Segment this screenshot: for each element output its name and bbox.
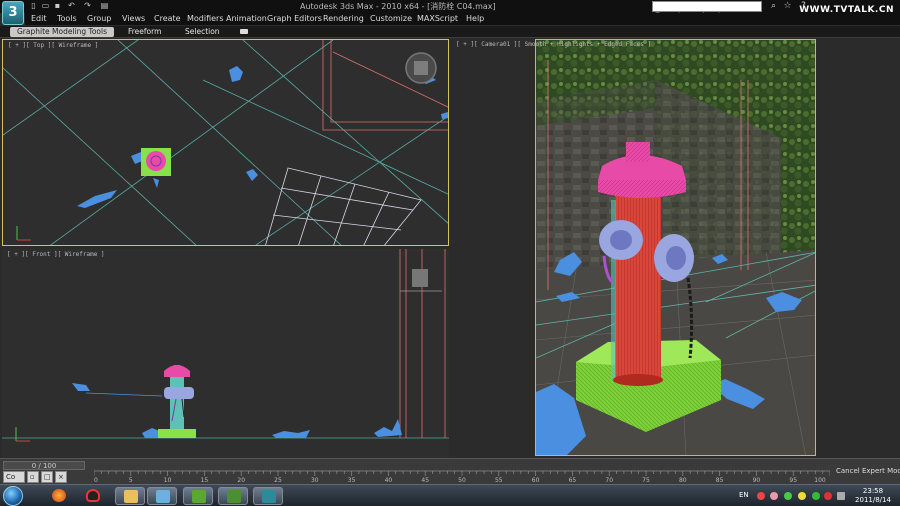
viewport-label[interactable]: [ + ][ Front ][ Wireframe ]: [7, 251, 105, 258]
photo-viewer-icon: [156, 490, 170, 503]
cancel-expert-mode-button[interactable]: Cancel Expert Mode: [836, 467, 900, 475]
timeline-tick-label: 85: [716, 477, 724, 483]
hydrant-scene: [536, 40, 815, 455]
window-title: Autodesk 3ds Max - 2010 x64 - [消防栓 C04.m…: [300, 2, 496, 11]
top-viewport[interactable]: [ + ][ Top ][ Wireframe ]: [2, 39, 449, 246]
menu-tools[interactable]: Tools: [57, 14, 77, 23]
start-button[interactable]: [3, 486, 23, 506]
ribbon: Graphite Modeling Tools Freeform Selecti…: [0, 26, 900, 38]
menu-rendering[interactable]: Rendering: [323, 14, 364, 23]
camera-viewport[interactable]: [ + ][ Camera01 ][ Smooth + Highlights +…: [451, 39, 898, 458]
menu-views[interactable]: Views: [122, 14, 145, 23]
timeline-tick-label: 0: [94, 477, 98, 483]
tray-icon[interactable]: [770, 492, 778, 500]
top-viewport-scene: [3, 40, 448, 245]
timeline: 0 / 100 0 5 10 15 20 25 30 35 40 45 50 55 60 65 70 75 80…: [0, 458, 900, 484]
minimized-window[interactable]: Co: [3, 471, 25, 483]
viewcube-icon: [412, 269, 428, 287]
menu-help[interactable]: Help: [466, 14, 484, 23]
language-indicator[interactable]: EN: [739, 491, 749, 499]
photo-viewer-task-button[interactable]: [147, 487, 177, 505]
project-folder-icon[interactable]: ▤: [99, 1, 110, 11]
qq-task-button[interactable]: [78, 487, 108, 505]
menu-group[interactable]: Group: [87, 14, 111, 23]
menu-modifiers[interactable]: Modifiers: [187, 14, 224, 23]
menu-customize[interactable]: Customize: [370, 14, 412, 23]
firefox-task-button[interactable]: [44, 487, 74, 505]
tab-freeform[interactable]: Freeform: [128, 27, 161, 37]
menu-bar: Edit Tools Group Views Create Modifiers …: [25, 13, 900, 25]
undo-icon[interactable]: ↶: [66, 1, 77, 11]
tray-icon[interactable]: [798, 492, 806, 500]
tray-icon[interactable]: [757, 492, 765, 500]
timeline-tick-label: 55: [495, 477, 503, 483]
explorer-icon: [124, 490, 138, 503]
camera-render: [535, 39, 816, 456]
menu-animation[interactable]: Animation: [226, 14, 267, 23]
open-file-icon[interactable]: ▭: [40, 1, 51, 11]
menu-create[interactable]: Create: [154, 14, 181, 23]
clock-date: 2011/8/14: [855, 496, 891, 504]
search-box[interactable]: [652, 1, 762, 20]
tab-graphite-modeling-tools[interactable]: Graphite Modeling Tools: [10, 27, 114, 37]
restore-icon[interactable]: ▫: [27, 471, 39, 483]
timeline-tick-label: 95: [789, 477, 797, 483]
taskbar: EN 23:58 2011/8/14: [0, 484, 900, 506]
timeline-tick-label: 30: [311, 477, 319, 483]
timeline-tick-label: 80: [679, 477, 687, 483]
menu-graph-editors[interactable]: Graph Editors: [267, 14, 322, 23]
firefox-icon: [52, 489, 66, 502]
menu-maxscript[interactable]: MAXScript: [417, 14, 458, 23]
viewport-label[interactable]: [ + ][ Camera01 ][ Smooth + Highlights +…: [456, 41, 651, 48]
track-bar[interactable]: 0 5 10 15 20 25 30 35 40 45 50 55 60 65 70 75 80 85 90 95 10…: [94, 469, 830, 483]
redo-icon[interactable]: ↷: [82, 1, 93, 11]
tray-icon[interactable]: [784, 492, 792, 500]
tray-icon[interactable]: [824, 492, 832, 500]
axis-tripod-icon: [16, 226, 31, 241]
timeline-tick-label: 25: [274, 477, 282, 483]
timeline-tick-label: 75: [642, 477, 650, 483]
timeline-tick-label: 40: [385, 477, 393, 483]
explorer-task-button[interactable]: [115, 487, 145, 505]
title-bar: ▯ ▭ ▪ ↶ ↷ ▤ Autodesk 3ds Max - 2010 x64 …: [0, 0, 900, 20]
star-icon[interactable]: ☆: [780, 0, 795, 12]
timeline-tick-label: 20: [237, 477, 245, 483]
timeline-tick-label: 10: [164, 477, 172, 483]
timeline-tick-label: 100: [814, 477, 826, 483]
maximize-icon[interactable]: □: [41, 471, 53, 483]
game-icon: [192, 490, 206, 503]
viewport-label[interactable]: [ + ][ Top ][ Wireframe ]: [8, 42, 98, 49]
tray-icon[interactable]: [812, 492, 820, 500]
timeline-tick-label: 35: [348, 477, 356, 483]
front-viewport[interactable]: [ + ][ Front ][ Wireframe ]: [2, 249, 449, 458]
axis-tripod-icon: [15, 427, 30, 442]
timeline-tick-label: 70: [605, 477, 613, 483]
save-file-icon[interactable]: ▪: [52, 1, 63, 11]
monitor-icon: [227, 490, 241, 503]
tab-selection[interactable]: Selection: [185, 27, 220, 37]
search-icon[interactable]: ⌕: [766, 0, 781, 12]
qq-icon: [86, 489, 100, 502]
timeline-tick-label: 5: [129, 477, 133, 483]
timeline-tick-label: 15: [201, 477, 209, 483]
time-slider[interactable]: 0 / 100: [3, 461, 85, 470]
timeline-tick-label: 90: [753, 477, 761, 483]
ribbon-minimize-icon[interactable]: [240, 29, 248, 34]
timeline-tick-label: 65: [569, 477, 577, 483]
monitor-task-button[interactable]: [218, 487, 248, 505]
clock[interactable]: 23:58 2011/8/14: [850, 487, 896, 505]
timeline-tick-label: 50: [458, 477, 466, 483]
timeline-tick-label: 45: [421, 477, 429, 483]
close-icon[interactable]: ×: [55, 471, 67, 483]
new-file-icon[interactable]: ▯: [28, 1, 39, 11]
volume-icon[interactable]: [837, 492, 845, 500]
app-logo-button[interactable]: 3: [2, 1, 24, 25]
3dsmax-icon: [262, 490, 276, 503]
clock-time: 23:58: [862, 487, 884, 495]
front-viewport-scene: [2, 249, 449, 442]
timeline-tick-label: 60: [532, 477, 540, 483]
game-task-button[interactable]: [183, 487, 213, 505]
menu-edit[interactable]: Edit: [31, 14, 47, 23]
3dsmax-task-button[interactable]: [253, 487, 283, 505]
